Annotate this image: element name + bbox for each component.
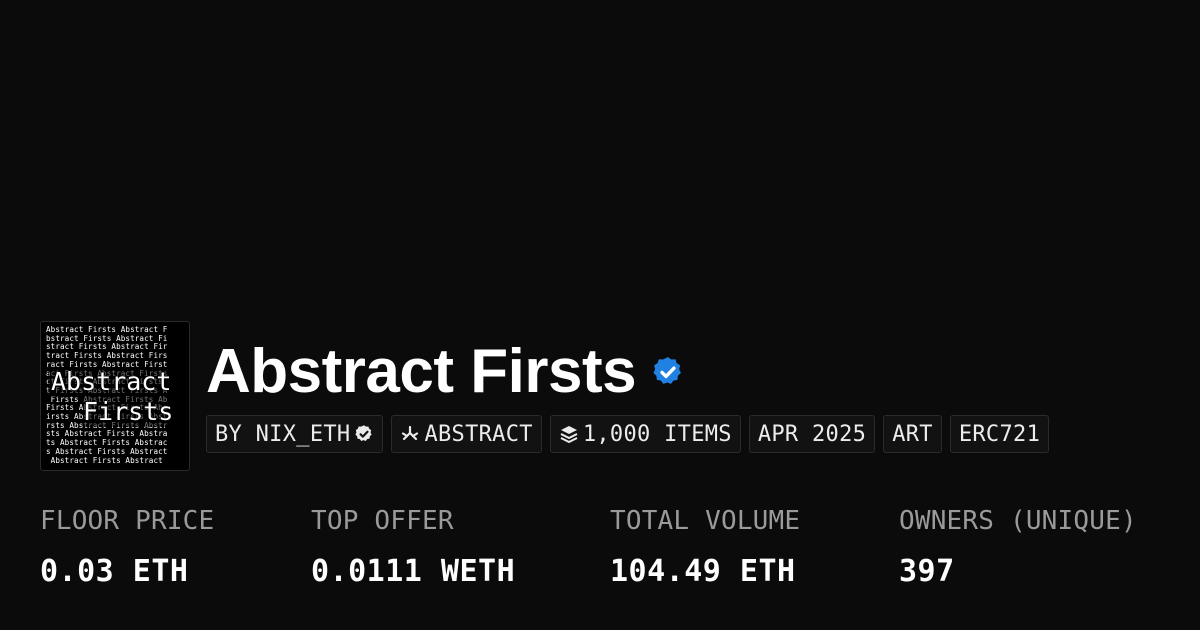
- floor-price-label: FLOOR PRICE: [40, 506, 215, 536]
- thumbnail-overlay-text: Abstract Firsts: [48, 367, 188, 427]
- owners-value: 397: [899, 554, 955, 589]
- items-chip[interactable]: 1,000 ITEMS: [549, 415, 741, 453]
- total-volume-label: TOTAL VOLUME: [610, 506, 801, 536]
- total-volume-stat: TOTAL VOLUME 104.49 ETH: [610, 503, 800, 590]
- collection-chips: BY NIX_ETH ABSTRACT 1,000 ITEMS APR 2025…: [206, 415, 1050, 453]
- category-chip-label: ART: [892, 421, 933, 447]
- standard-chip: ERC721: [949, 415, 1050, 453]
- thumbnail-overlay-line2: Firsts: [83, 397, 183, 427]
- floor-price-value: 0.03 ETH: [40, 554, 189, 589]
- collection-title: Abstract Firsts: [206, 337, 637, 406]
- chain-chip[interactable]: ABSTRACT: [391, 415, 542, 453]
- category-chip[interactable]: ART: [883, 415, 942, 453]
- creator-verified-icon: [354, 424, 374, 444]
- total-volume-value: 104.49 ETH: [610, 554, 796, 589]
- thumbnail-overlay-line1: Abstract: [48, 367, 183, 397]
- creator-chip[interactable]: BY NIX_ETH: [206, 415, 384, 453]
- date-chip-label: APR 2025: [757, 421, 867, 447]
- collection-thumbnail: Abstract Firsts Abstract F bstract First…: [40, 321, 190, 471]
- items-chip-label: 1,000 ITEMS: [582, 421, 732, 447]
- owners-label: OWNERS (UNIQUE): [899, 506, 1137, 536]
- abstract-chain-icon: [400, 424, 420, 444]
- creator-chip-label: BY NIX_ETH: [215, 421, 351, 447]
- verified-badge-icon: [651, 355, 685, 389]
- floor-price-stat: FLOOR PRICE 0.03 ETH: [40, 503, 214, 590]
- top-offer-label: TOP OFFER: [311, 506, 454, 536]
- top-offer-stat: TOP OFFER 0.0111 WETH: [311, 503, 515, 590]
- chain-chip-label: ABSTRACT: [424, 421, 533, 447]
- owners-stat: OWNERS (UNIQUE) 397: [899, 503, 1137, 590]
- collection-header: Abstract Firsts: [206, 334, 685, 410]
- layers-icon: [559, 424, 579, 444]
- standard-chip-label: ERC721: [958, 421, 1041, 447]
- top-offer-value: 0.0111 WETH: [311, 554, 516, 589]
- date-chip: APR 2025: [748, 415, 876, 453]
